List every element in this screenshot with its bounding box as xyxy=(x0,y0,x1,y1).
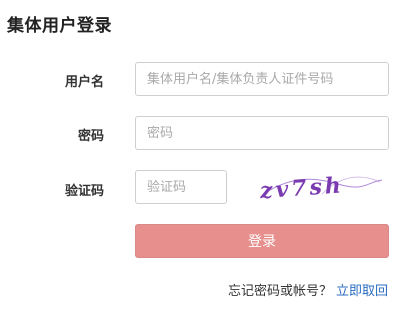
page-title: 集体用户登录 xyxy=(7,16,112,36)
password-input[interactable] xyxy=(135,116,389,150)
recover-link[interactable]: 立即取回 xyxy=(336,284,388,299)
captcha-label: 验证码 xyxy=(64,184,104,199)
username-input[interactable] xyxy=(135,62,389,96)
login-button[interactable]: 登录 xyxy=(135,224,389,258)
captcha-input[interactable] xyxy=(135,170,227,204)
forgot-account-row: 忘记密码或帐号？ 立即取回 xyxy=(228,280,388,299)
forgot-text: 忘记密码或帐号？ xyxy=(227,284,332,299)
password-label: 密码 xyxy=(77,129,104,144)
captcha-image[interactable]: zv7sh xyxy=(252,170,384,204)
captcha-text: zv7sh xyxy=(258,172,345,204)
username-label: 用户名 xyxy=(64,75,104,90)
